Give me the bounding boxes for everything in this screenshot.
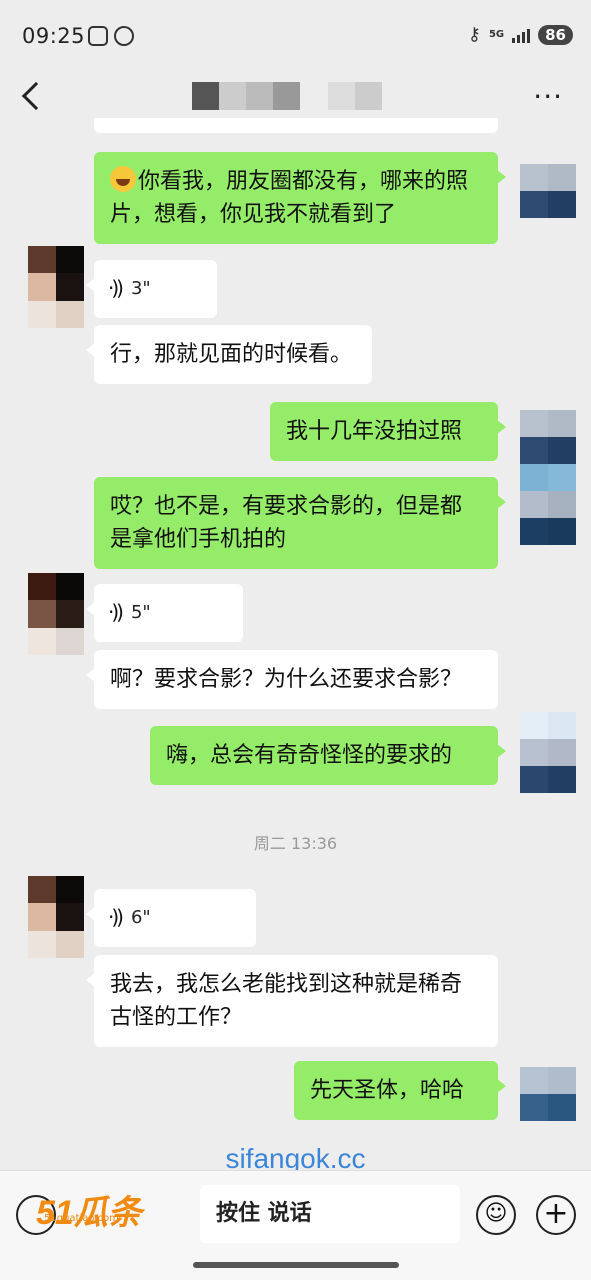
message-bubble-sent[interactable]: 嗨，总会有奇奇怪怪的要求的 [150, 726, 506, 785]
my-avatar[interactable] [520, 410, 576, 545]
message-text: 你看我，朋友圈都没有，哪来的照片，想看，你见我不就看到了 [110, 169, 469, 227]
status-notification-icons [88, 26, 134, 46]
more-icon[interactable]: ··· [533, 83, 563, 111]
message-text: 哎？也不是，有要求合影的，但是都是拿他们手机拍的 [110, 494, 463, 552]
back-icon[interactable] [21, 81, 51, 111]
message-bubble-sent[interactable]: 我十几年没拍过照 [270, 402, 506, 461]
signal-icon [512, 27, 531, 43]
my-avatar[interactable] [520, 164, 576, 218]
record-icon [114, 26, 134, 46]
contact-avatar[interactable] [28, 573, 84, 655]
contact-avatar[interactable] [28, 876, 84, 958]
message-text: 我十几年没拍过照 [286, 419, 463, 444]
previous-message-fragment [94, 118, 498, 133]
voice-message[interactable]: ·)) 3" [86, 260, 217, 318]
message-text: 我去，我怎么老能找到这种就是稀奇古怪的工作？ [110, 972, 463, 1030]
brand-url: 51guatiao.com [44, 1213, 119, 1224]
message-text: 先天圣体，哈哈 [310, 1078, 465, 1103]
status-right: ⚷ 5G 86 [468, 24, 573, 45]
status-time: 09:25 [22, 24, 86, 48]
contact-avatar[interactable] [28, 246, 84, 328]
message-text: 嗨，总会有奇奇怪怪的要求的 [166, 743, 453, 768]
screenshot-icon [88, 26, 108, 46]
voice-message[interactable]: ·)) 5" [86, 584, 243, 642]
plus-icon[interactable]: + [536, 1195, 576, 1235]
message-bubble-sent[interactable]: 哎？也不是，有要求合影的，但是都是拿他们手机拍的 [94, 477, 506, 569]
brand-logo: 51瓜条 [36, 1194, 142, 1232]
message-text: 行，那就见面的时候看。 [110, 342, 353, 367]
voice-message[interactable]: ·)) 6" [86, 889, 256, 947]
message-bubble-received[interactable]: 行，那就见面的时候看。 [86, 325, 372, 384]
my-avatar[interactable] [520, 712, 576, 793]
voice-duration: 5" [130, 602, 151, 623]
emoji-icon[interactable]: ☺ [476, 1195, 516, 1235]
message-text: 啊？要求合影？为什么还要求合影？ [110, 667, 463, 692]
message-bubble-sent[interactable]: 你看我，朋友圈都没有，哪来的照片，想看，你见我不就看到了 [94, 152, 506, 244]
chat-title-censored [192, 82, 300, 110]
voice-duration: 3" [130, 278, 151, 299]
message-bubble-sent[interactable]: 先天圣体，哈哈 [294, 1061, 506, 1120]
voice-duration: 6" [130, 907, 151, 928]
home-indicator[interactable] [193, 1262, 399, 1268]
network-type: 5G [488, 28, 505, 40]
voice-wave-icon: ·)) [108, 276, 124, 300]
message-bubble-received[interactable]: 我去，我怎么老能找到这种就是稀奇古怪的工作？ [86, 955, 498, 1047]
status-bar: 09:25 ⚷ 5G 86 [0, 0, 591, 70]
battery-level: 86 [538, 24, 573, 45]
laughing-emoji-icon [110, 166, 136, 192]
key-icon: ⚷ [467, 24, 481, 45]
chat-timestamp: 周二 13:36 [253, 834, 338, 853]
brand-watermark: 51瓜条 [36, 1185, 142, 1234]
voice-wave-icon: ·)) [108, 905, 124, 929]
my-avatar[interactable] [520, 1067, 576, 1121]
hold-to-talk-button[interactable]: 按住 说话 [200, 1185, 460, 1243]
message-bubble-received[interactable]: 啊？要求合影？为什么还要求合影？ [86, 650, 498, 709]
chat-title-censored-2 [328, 82, 382, 110]
voice-wave-icon: ·)) [108, 600, 124, 624]
